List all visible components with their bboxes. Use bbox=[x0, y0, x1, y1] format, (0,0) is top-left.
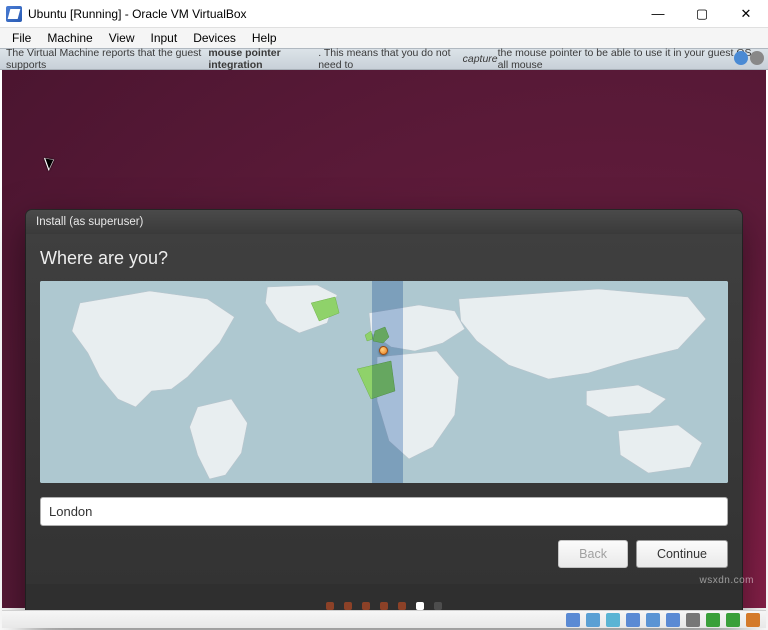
timezone-band bbox=[372, 281, 403, 483]
rec-icon[interactable] bbox=[686, 613, 700, 627]
window-titlebar: Ubuntu [Running] - Oracle VM VirtualBox … bbox=[0, 0, 768, 28]
notice-text-3: the mouse pointer to be able to use it i… bbox=[498, 47, 762, 71]
menu-help[interactable]: Help bbox=[244, 29, 285, 47]
menu-machine[interactable]: Machine bbox=[39, 29, 100, 47]
timezone-map[interactable] bbox=[40, 281, 728, 483]
guest-desktop: Install (as superuser) Where are you? bbox=[2, 70, 766, 608]
menu-bar: File Machine View Input Devices Help bbox=[0, 28, 768, 48]
watermark: wsxdn.com bbox=[699, 575, 754, 586]
continue-button[interactable]: Continue bbox=[636, 540, 728, 568]
notice-text-1: The Virtual Machine reports that the gue… bbox=[6, 47, 208, 71]
location-input[interactable] bbox=[40, 497, 728, 526]
progress-dot bbox=[434, 602, 442, 610]
shared-icon[interactable] bbox=[646, 613, 660, 627]
button-row: Back Continue bbox=[40, 540, 728, 568]
rightctrl-icon[interactable] bbox=[746, 613, 760, 627]
installer-body: Where are you? bbox=[26, 234, 742, 584]
window-title: Ubuntu [Running] - Oracle VM VirtualBox bbox=[28, 7, 636, 21]
notice-close-icon[interactable] bbox=[750, 51, 764, 65]
notice-text-2: . This means that you do not need to bbox=[318, 47, 462, 71]
location-pin-icon bbox=[379, 346, 388, 355]
notice-bold: mouse pointer integration bbox=[208, 47, 318, 71]
menu-view[interactable]: View bbox=[101, 29, 143, 47]
net-icon[interactable] bbox=[606, 613, 620, 627]
progress-dot bbox=[380, 602, 388, 610]
notice-italic: capture bbox=[463, 53, 498, 65]
minimize-button[interactable]: — bbox=[636, 0, 680, 28]
keyboard-icon[interactable] bbox=[726, 613, 740, 627]
vbox-status-bar bbox=[2, 610, 766, 628]
mouse-integration-notice: The Virtual Machine reports that the gue… bbox=[0, 48, 768, 70]
installer-titlebar[interactable]: Install (as superuser) bbox=[26, 210, 742, 234]
maximize-button[interactable]: ▢ bbox=[680, 0, 724, 28]
progress-dot bbox=[362, 602, 370, 610]
virtualbox-icon bbox=[6, 6, 22, 22]
progress-dot bbox=[326, 602, 334, 610]
progress-dot bbox=[398, 602, 406, 610]
installer-window: Install (as superuser) Where are you? bbox=[26, 210, 742, 626]
window-controls: — ▢ ✕ bbox=[636, 0, 768, 28]
menu-devices[interactable]: Devices bbox=[185, 29, 244, 47]
installer-title: Install (as superuser) bbox=[36, 216, 143, 228]
hdd-icon[interactable] bbox=[566, 613, 580, 627]
mouse-icon[interactable] bbox=[706, 613, 720, 627]
notice-info-icon[interactable] bbox=[734, 51, 748, 65]
page-heading: Where are you? bbox=[40, 248, 728, 269]
menu-file[interactable]: File bbox=[4, 29, 39, 47]
display-icon[interactable] bbox=[666, 613, 680, 627]
back-button[interactable]: Back bbox=[558, 540, 628, 568]
progress-dot-active bbox=[416, 602, 424, 610]
usb-icon[interactable] bbox=[626, 613, 640, 627]
cd-icon[interactable] bbox=[586, 613, 600, 627]
progress-dot bbox=[344, 602, 352, 610]
close-button[interactable]: ✕ bbox=[724, 0, 768, 28]
menu-input[interactable]: Input bbox=[143, 29, 186, 47]
